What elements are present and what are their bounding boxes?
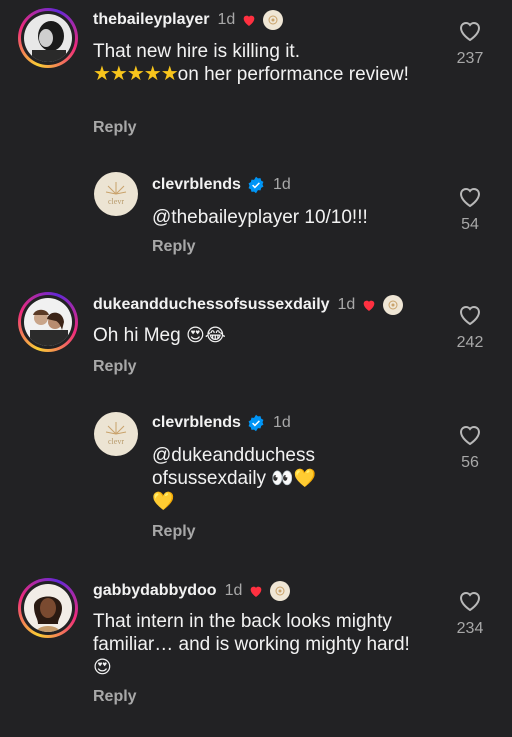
username[interactable]: clevrblends	[152, 414, 241, 432]
username[interactable]: thebaileyplayer	[93, 11, 210, 29]
comment-item: dukeandduchessofsussexdaily 1d Oh hi Meg…	[0, 280, 512, 390]
like-count: 234	[456, 620, 484, 637]
like-button[interactable]: 54	[440, 186, 500, 234]
reply-item: clevr clevrblends 1d @thebaileyplayer 10…	[0, 160, 512, 280]
comment-item: gabbydabbydoo 1d That intern in the back…	[0, 566, 512, 737]
emoji: 💛	[152, 491, 175, 511]
like-count: 242	[456, 334, 484, 351]
reply-button[interactable]: Reply	[93, 688, 137, 706]
avatar[interactable]: clevr	[94, 172, 138, 216]
creator-liked-heart-icon	[251, 586, 262, 597]
reply-button[interactable]: Reply	[152, 523, 196, 541]
heart-outline-icon	[459, 22, 481, 42]
like-count: 54	[461, 216, 479, 233]
heart-outline-icon	[459, 426, 481, 446]
emoji: 👀💛	[271, 468, 317, 488]
heart-outline-icon	[459, 592, 481, 612]
timestamp: 1d	[217, 11, 236, 28]
username[interactable]: dukeandduchessofsussexdaily	[93, 296, 330, 314]
creator-liked-heart-icon	[363, 300, 375, 311]
reply-item: clevr clevrblends 1d @dukeandduchess ofs…	[0, 398, 512, 558]
like-button[interactable]: 237	[440, 20, 500, 68]
avatar[interactable]	[18, 292, 78, 352]
reply-button[interactable]: Reply	[93, 358, 137, 376]
creator-avatar-badge	[270, 581, 291, 601]
comment-text: Oh hi Meg 😍😂	[93, 325, 226, 346]
creator-avatar-badge	[383, 295, 404, 315]
creator-avatar-badge	[263, 10, 284, 30]
username[interactable]: gabbydabbydoo	[93, 582, 217, 600]
avatar[interactable]: clevr	[94, 412, 138, 456]
username[interactable]: clevrblends	[152, 176, 241, 194]
avatar-photo	[24, 14, 72, 62]
emoji: 😍	[93, 657, 112, 677]
like-button[interactable]: 242	[440, 304, 500, 352]
like-count: 237	[456, 50, 484, 67]
creator-liked-heart-icon	[243, 15, 255, 26]
comment-item: thebaileyplayer 1d That new hire is kill…	[0, 0, 512, 160]
verified-badge-icon	[248, 414, 264, 432]
brand-logo-icon	[105, 182, 127, 195]
avatar-photo	[24, 298, 72, 346]
brand-logo-text: clevr	[108, 437, 124, 446]
heart-outline-icon	[459, 188, 481, 208]
comment-text: That intern in the back looks mighty fam…	[93, 611, 410, 677]
avatar-photo	[24, 584, 72, 632]
star-rating: ★★★★★	[93, 63, 179, 85]
timestamp: 1d	[224, 582, 243, 599]
comment-text: That new hire is killing it. ★★★★★on her…	[93, 41, 409, 85]
like-button[interactable]: 56	[440, 424, 500, 472]
heart-outline-icon	[459, 306, 481, 326]
emoji: 😍😂	[185, 325, 226, 345]
timestamp: 1d	[272, 176, 291, 193]
brand-logo-icon	[105, 422, 127, 435]
like-button[interactable]: 234	[440, 590, 500, 638]
reply-button[interactable]: Reply	[93, 119, 137, 137]
like-count: 56	[461, 454, 479, 471]
reply-button[interactable]: Reply	[152, 238, 196, 256]
timestamp: 1d	[272, 414, 291, 431]
avatar[interactable]	[18, 8, 78, 68]
brand-logo-text: clevr	[108, 197, 124, 206]
verified-badge-icon	[248, 176, 264, 194]
timestamp: 1d	[337, 296, 356, 313]
avatar[interactable]	[18, 578, 78, 638]
